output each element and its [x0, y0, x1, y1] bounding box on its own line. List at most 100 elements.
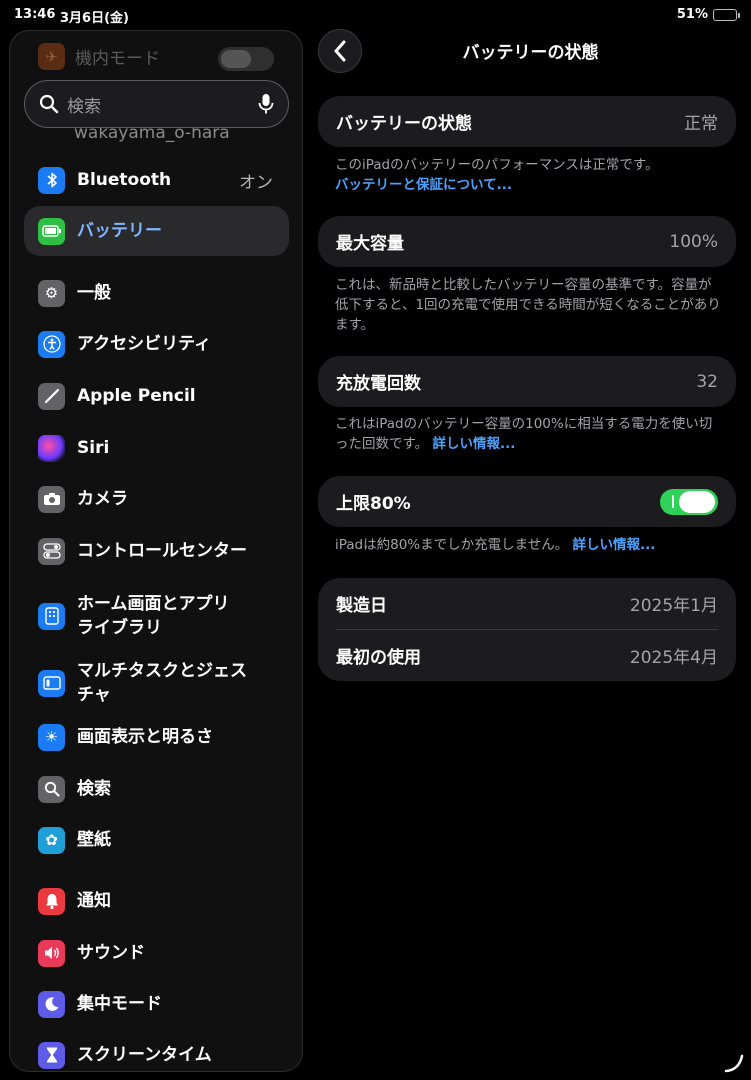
toggle-knob [679, 490, 715, 513]
charge-limit-card: 上限80% [318, 476, 736, 527]
sidebar-item-label: Siri [77, 438, 110, 458]
sidebar-item-search[interactable]: 検索 [24, 764, 289, 814]
sidebar-item-label: ホーム画面とアプリ ライブラリ [77, 594, 230, 638]
sidebar-item-label: 壁紙 [77, 830, 111, 850]
bluetooth-status: オン [239, 172, 273, 193]
sidebar-item-notifications[interactable]: 通知 [24, 876, 289, 926]
sidebar-item-control-center[interactable]: コントロールセンター [24, 526, 289, 576]
sidebar-item-multitasking[interactable]: マルチタスクとジェス チャ [24, 653, 289, 713]
max-capacity-label: 最大容量 [336, 234, 404, 254]
microphone-icon[interactable] [258, 93, 274, 115]
first-use-row: 最初の使用 2025年4月 [318, 630, 736, 681]
sidebar-item-label: カメラ [77, 489, 128, 509]
sidebar-item-display-brightness[interactable]: ☀ 画面表示と明るさ [24, 712, 289, 762]
hourglass-icon [38, 1041, 65, 1069]
charge-limit-note: iPadは約80%までしか充電しません。 詳しい情報... [335, 537, 656, 553]
sidebar-item-label: 検索 [77, 779, 111, 799]
battery-status-icon [713, 8, 740, 21]
charge-limit-label: 上限80% [336, 494, 411, 514]
first-use-label: 最初の使用 [336, 648, 421, 668]
sidebar-item-wallpaper[interactable]: ✿ 壁紙 [24, 815, 289, 865]
charge-limit-more-info-link[interactable]: 詳しい情報... [573, 537, 656, 553]
sidebar-item-home-screen[interactable]: ホーム画面とアプリ ライブラリ [24, 586, 289, 646]
search-icon [39, 94, 59, 114]
charge-limit-toggle[interactable] [660, 488, 718, 515]
toggle-on-indicator [672, 494, 674, 508]
search-field[interactable]: 検索 [24, 80, 289, 128]
sidebar-item-screen-time[interactable]: スクリーンタイム [24, 1030, 289, 1071]
accessibility-icon [38, 330, 65, 358]
speaker-icon [38, 939, 65, 967]
manufacture-date-row: 製造日 2025年1月 [318, 578, 736, 629]
sidebar-item-label: 機内モード [75, 49, 160, 69]
cycle-count-label: 充放電回数 [336, 374, 421, 394]
sidebar-item-sounds[interactable]: サウンド [24, 928, 289, 978]
bell-icon [38, 887, 65, 915]
battery-health-value: 正常 [684, 114, 718, 134]
sidebar-item-label: 集中モード [77, 994, 162, 1014]
status-date: 3月6日(金) [60, 11, 129, 26]
wallpaper-icon: ✿ [38, 826, 65, 854]
battery-percent: 51% [676, 7, 708, 22]
sidebar-item-label: アクセシビリティ [77, 334, 212, 354]
status-battery: 51% [676, 7, 740, 22]
battery-health-card: バッテリーの状態 正常 [318, 96, 736, 147]
sidebar-item-label: 画面表示と明るさ [77, 727, 213, 747]
status-time: 13:46 [14, 7, 56, 22]
cycle-count-value: 32 [696, 371, 718, 392]
multitasking-icon [38, 669, 65, 697]
sidebar-item-label: Bluetooth [77, 170, 172, 190]
manufacture-date-value: 2025年1月 [629, 596, 718, 616]
battery-warranty-link[interactable]: バッテリーと保証について... [335, 177, 512, 193]
charge-limit-row: 上限80% [318, 476, 736, 527]
airplane-mode-toggle[interactable] [218, 47, 274, 71]
brightness-icon: ☀ [38, 723, 65, 751]
max-capacity-row: 最大容量 100% [318, 216, 736, 267]
sidebar-item-label: サウンド [77, 943, 145, 963]
sidebar-item-label: マルチタスクとジェス チャ [77, 661, 247, 705]
sidebar-item-siri[interactable]: Siri [24, 423, 289, 473]
sidebar-item-apple-pencil[interactable]: Apple Pencil [24, 371, 289, 421]
search-input[interactable]: 検索 [67, 92, 250, 117]
sidebar-item-battery[interactable]: バッテリー [24, 206, 289, 256]
battery-health-note: このiPadのバッテリーのパフォーマンスは正常です。 バッテリーと保証について.… [335, 157, 659, 193]
sidebar-item-label: 通知 [77, 891, 111, 911]
airplane-icon: ✈ [38, 43, 65, 70]
cycle-count-card: 充放電回数 32 [318, 356, 736, 407]
sidebar-item-airplane-mode[interactable]: ✈ 機内モード [38, 43, 160, 70]
status-bar: 13:46 3月6日(金) 51% [0, 0, 751, 30]
manufacture-date-label: 製造日 [336, 596, 387, 616]
battery-dates-card: 製造日 2025年1月 最初の使用 2025年4月 [318, 578, 736, 681]
sidebar-item-bluetooth[interactable]: Bluetooth オン [24, 155, 289, 205]
sidebar-item-label: スクリーンタイム [77, 1045, 212, 1065]
max-capacity-note: これは、新品時と比較したバッテリー容量の基準です。容量が低下すると、1回の充電で… [335, 277, 721, 333]
sidebar-item-camera[interactable]: カメラ [24, 474, 289, 524]
cycle-count-note: これはiPadのバッテリー容量の100%に相当する電力を使い切った回数です。 詳… [335, 416, 713, 452]
cycle-count-more-info-link[interactable]: 詳しい情報... [432, 436, 515, 452]
cycle-count-row: 充放電回数 32 [318, 356, 736, 407]
sidebar-item-label: Apple Pencil [77, 386, 196, 406]
sidebar-item-label: バッテリー [77, 221, 162, 241]
resize-handle-icon[interactable] [723, 1052, 745, 1074]
sidebar-item-label: 一般 [77, 283, 111, 303]
pencil-icon [38, 382, 65, 410]
sidebar-item-label: コントロールセンター [77, 541, 247, 561]
battery-health-row: バッテリーの状態 正常 [318, 96, 736, 147]
battery-health-label: バッテリーの状態 [336, 114, 472, 134]
first-use-value: 2025年4月 [629, 648, 718, 668]
home-screen-icon [38, 602, 65, 630]
sidebar-item-general[interactable]: ⚙ 一般 [24, 268, 289, 318]
gear-icon: ⚙ [38, 279, 65, 307]
settings-sidebar[interactable]: ✈ 機内モード wakayama_o-hara 検索 Bluetooth オン … [9, 30, 303, 1072]
battery-icon [38, 217, 65, 245]
max-capacity-card: 最大容量 100% [318, 216, 736, 267]
sidebar-item-accessibility[interactable]: アクセシビリティ [24, 319, 289, 369]
page-title: バッテリーの状態 [462, 43, 599, 63]
search-icon [38, 775, 65, 803]
sidebar-item-focus[interactable]: 集中モード [24, 979, 289, 1029]
camera-icon [38, 485, 65, 513]
max-capacity-value: 100% [669, 231, 718, 252]
control-center-icon [38, 537, 65, 565]
bluetooth-icon [38, 166, 65, 194]
siri-icon [38, 434, 65, 462]
